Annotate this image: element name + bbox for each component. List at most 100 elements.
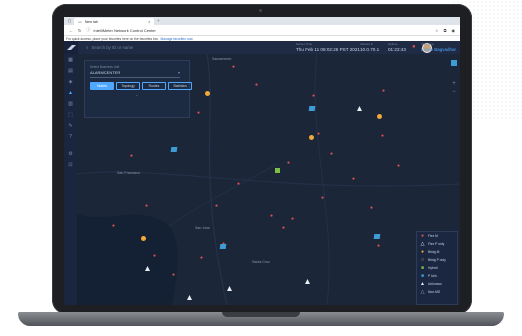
legend-item: ■ Hybrid [417,264,457,272]
bridge-marker[interactable] [205,91,210,96]
flex-meter-marker[interactable]: ● [237,182,240,187]
legend-label: Hybrid [428,266,438,270]
flex-meter-marker[interactable]: ● [130,154,133,159]
unknown-triangle-marker[interactable] [145,266,150,271]
analytics-icon[interactable]: ⬚ [64,109,77,120]
dashboard-icon[interactable]: ▦ [64,54,77,65]
lock-icon: ⓘ [86,27,91,32]
gray-triangle-icon: △ [420,289,425,295]
list-icon[interactable]: ▤ [64,65,77,76]
hybrid-marker[interactable] [275,168,280,173]
unknown-triangle-marker[interactable] [357,106,362,111]
sidebar: ▦ ▤ ◈ ▲ ▥ ⬚ ✎ ? ⚙ ⊡ [64,54,77,305]
flex-meter-marker[interactable]: ● [255,83,258,88]
flex-meter-marker[interactable]: ● [382,89,385,94]
flex-meter-marker[interactable]: ● [197,111,200,116]
flex-meter-marker[interactable]: ● [232,65,235,70]
punk-marker[interactable] [219,244,227,249]
flex-meter-marker[interactable]: ● [397,164,400,169]
flex-meter-marker[interactable]: ● [172,273,175,278]
browser-tab[interactable]: ▭ New tab × [74,18,155,25]
flex-meter-marker[interactable]: ● [312,94,315,99]
url-text: IntelliMeter Network Control Center [93,27,156,33]
city-label: San Jose [195,226,210,230]
legend-label: Non-MS [428,290,441,294]
window-icon[interactable]: ▢ [68,19,71,23]
alarm-drop-icon[interactable]: ● [412,44,416,50]
search-box[interactable]: ⌕ Search by ID or name [86,45,133,50]
flex-meter-marker[interactable]: ● [145,204,148,209]
legend-label: Bridg P only [428,258,446,262]
flex-meter-marker[interactable]: ● [321,196,324,201]
app-window: ⌕ Search by ID or name Server Time Thu F… [64,41,460,305]
flex-meter-marker[interactable]: ● [381,134,384,139]
chevron-down-icon: ▾ [177,70,180,75]
unknown-triangle-marker[interactable] [227,286,232,291]
tab-nodes[interactable]: Nodes [90,82,114,90]
bridge-marker[interactable] [141,236,146,241]
legend-item: ● Bridg M [417,248,457,256]
export-icon[interactable]: ⊡ [64,159,77,170]
uptime: Uptime 01:22:43 [388,42,406,52]
flex-meter-marker[interactable]: ● [153,254,156,259]
business-unit-select[interactable]: ALARMCENTER ▾ [90,70,180,78]
map-legend: ● Flex M △ Flex P only ● Bridg M ○ Bridg P o… [416,231,458,305]
legend-item: △ Non-MS [417,288,457,296]
unknown-triangle-marker[interactable] [305,279,310,284]
punk-marker[interactable] [170,147,178,152]
help-icon[interactable]: ? [64,131,77,142]
city-label: Santa Cruz [252,260,270,264]
back-icon[interactable]: ← [69,28,73,33]
white-outline-triangle-icon: △ [420,241,425,247]
network-map-icon[interactable]: ▲ [64,87,77,98]
flex-meter-marker[interactable]: ● [352,177,355,182]
legend-label: Bridg M [428,250,440,254]
flex-meter-marker[interactable]: ● [317,132,320,137]
tools-icon[interactable]: ✎ [64,120,77,131]
flex-meter-marker[interactable]: ● [112,224,115,229]
flex-meter-marker[interactable]: ● [291,217,294,222]
flex-meter-marker[interactable]: ● [200,256,203,261]
network-map[interactable]: Select Business Unit ALARMCENTER ▾ Nodes… [77,54,460,305]
flex-meter-marker[interactable]: ● [215,204,218,209]
legend-item: ■ P Unk [417,272,457,280]
legend-label: Flex M [428,234,438,238]
flex-meter-marker[interactable]: ● [282,226,285,231]
app-topbar: ⌕ Search by ID or name Server Time Thu F… [64,41,460,54]
tab-topology[interactable]: Topology [116,82,140,90]
tab-statistics[interactable]: Statistics [168,82,192,90]
flex-meter-marker[interactable]: ● [287,161,290,166]
report-icon[interactable]: ▥ [64,98,77,109]
bridge-marker[interactable] [377,114,382,119]
flex-meter-marker[interactable]: ● [270,214,273,219]
tab-routes[interactable]: Routes [142,82,166,90]
new-tab-icon[interactable]: + [157,19,159,23]
bridge-marker[interactable] [309,135,314,140]
zoom-in-button[interactable]: + [451,80,457,88]
flex-meter-marker[interactable]: ● [330,152,333,157]
layers-toggle-button[interactable] [451,60,457,66]
green-square-icon: ■ [420,265,425,271]
tab-close-icon[interactable]: × [148,20,150,24]
user-box[interactable]: Welcome Lowie Bagvadhar [421,42,456,52]
reload-icon[interactable]: ↻ [78,28,81,33]
flex-meter-marker[interactable]: ● [370,206,373,211]
url-field[interactable]: ⓘ IntelliMeter Network Control Center [86,27,430,33]
profile-icon[interactable]: ◉ [452,28,456,33]
panel-collapse-icon[interactable]: ⌃ [135,94,138,99]
zoom-out-button[interactable]: − [451,88,457,96]
punk-marker[interactable] [308,106,316,111]
uptime-label: Uptime [388,42,398,46]
punk-marker[interactable] [373,234,381,239]
favorite-star-icon[interactable]: ☆ [435,28,439,33]
flex-meter-marker[interactable]: ● [377,244,380,249]
filter-panel: Select Business Unit ALARMCENTER ▾ Nodes… [84,60,192,118]
blue-square-icon: ■ [420,273,425,279]
browser-tabbar: ▢ ▭ New tab × + [64,17,460,25]
unknown-triangle-marker[interactable] [187,295,192,300]
app-logo-icon[interactable] [64,41,78,54]
layers-icon[interactable]: ◈ [64,76,77,87]
white-triangle-icon: ▲ [420,281,425,287]
settings-icon[interactable]: ⚙ [64,148,77,159]
collections-icon[interactable]: ⧉ [444,28,447,33]
